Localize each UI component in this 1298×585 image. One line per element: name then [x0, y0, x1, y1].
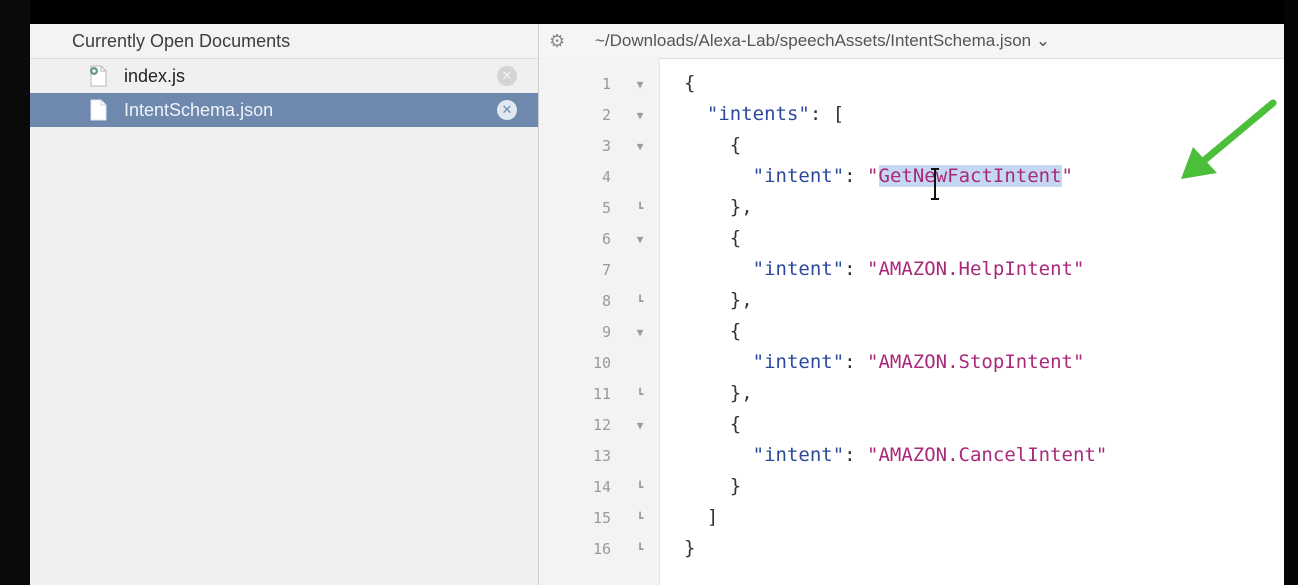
code-token: { — [729, 320, 742, 342]
selected-text[interactable]: GetNewFactIntent — [878, 165, 1062, 187]
fold-toggle-icon[interactable]: ▼ — [633, 109, 647, 122]
code-token: " — [1061, 165, 1073, 187]
code-line-9[interactable]: { — [684, 320, 741, 342]
file-path-bar[interactable]: ⚙ ~/Downloads/Alexa-Lab/speechAssets/Int… — [539, 24, 1284, 59]
line-number: 15 — [592, 509, 611, 527]
fold-toggle-icon[interactable]: ▼ — [633, 140, 647, 153]
code-token: { — [729, 134, 742, 156]
fold-end-icon: ┗ — [636, 388, 644, 401]
line-number: 12 — [592, 416, 611, 434]
code-line-8[interactable]: }, — [684, 289, 753, 311]
js-file-icon — [90, 65, 107, 87]
code-line-16[interactable]: } — [684, 537, 695, 559]
code-editor[interactable]: ⚙ ~/Downloads/Alexa-Lab/speechAssets/Int… — [539, 24, 1284, 585]
code-token: : — [844, 444, 868, 466]
code-token: "intent" — [752, 258, 845, 280]
window-frame-right — [1284, 0, 1298, 585]
sidebar-header: Currently Open Documents — [30, 24, 538, 59]
line-number-gutter: 1 2 3 4 5 6 7 8 9 10 11 12 13 14 15 16 ▼… — [539, 58, 660, 585]
gear-icon[interactable]: ⚙ — [549, 24, 565, 58]
line-number: 4 — [601, 168, 611, 186]
fold-end-icon: ┗ — [636, 543, 644, 556]
code-token: : — [844, 258, 868, 280]
code-token: "AMAZON.CancelIntent" — [867, 444, 1108, 466]
close-document-button[interactable]: ✕ — [497, 66, 517, 86]
line-number: 8 — [601, 292, 611, 310]
code-token: "intent" — [752, 444, 845, 466]
code-line-14[interactable]: } — [684, 475, 741, 497]
code-token: : — [844, 351, 868, 373]
line-number: 1 — [601, 75, 611, 93]
fold-end-icon: ┗ — [636, 202, 644, 215]
code-token: : — [844, 165, 868, 187]
fold-toggle-icon[interactable]: ▼ — [633, 78, 647, 91]
line-number: 16 — [592, 540, 611, 558]
line-number: 2 — [601, 106, 611, 124]
document-item-index-js[interactable]: index.js ✕ — [30, 59, 538, 93]
code-line-5[interactable]: }, — [684, 196, 753, 218]
fold-toggle-icon[interactable]: ▼ — [633, 326, 647, 339]
line-number: 3 — [601, 137, 611, 155]
code-token: : [ — [809, 103, 845, 125]
line-number: 5 — [601, 199, 611, 217]
line-number: 11 — [592, 385, 611, 403]
code-line-10[interactable]: "intent": "AMAZON.StopIntent" — [684, 351, 1085, 373]
code-line-2[interactable]: "intents": [ — [684, 103, 844, 125]
file-path[interactable]: ~/Downloads/Alexa-Lab/speechAssets/Inten… — [595, 24, 1050, 58]
code-token: " — [867, 165, 879, 187]
code-token: "AMAZON.StopIntent" — [867, 351, 1085, 373]
open-documents-sidebar: Currently Open Documents index.js ✕ Inte… — [30, 24, 539, 585]
code-token: }, — [729, 196, 753, 218]
annotation-arrow-icon — [1181, 99, 1277, 179]
fold-end-icon: ┗ — [636, 481, 644, 494]
line-number: 13 — [592, 447, 611, 465]
code-line-4[interactable]: "intent": "GetNewFactIntent" — [684, 165, 1073, 187]
line-number: 9 — [601, 323, 611, 341]
code-line-12[interactable]: { — [684, 413, 741, 435]
document-label: index.js — [124, 66, 186, 86]
window-frame-left — [0, 0, 30, 585]
code-token: { — [729, 227, 742, 249]
code-token: "intent" — [752, 351, 845, 373]
code-token: "AMAZON.HelpIntent" — [867, 258, 1085, 280]
code-line-7[interactable]: "intent": "AMAZON.HelpIntent" — [684, 258, 1085, 280]
fold-end-icon: ┗ — [636, 295, 644, 308]
fold-end-icon: ┗ — [636, 512, 644, 525]
code-token: }, — [729, 289, 753, 311]
line-number: 7 — [601, 261, 611, 279]
code-token: ] — [706, 506, 719, 528]
code-token: "intents" — [706, 103, 810, 125]
code-token: { — [729, 413, 742, 435]
code-line-11[interactable]: }, — [684, 382, 753, 404]
window-frame-top — [0, 0, 1298, 24]
line-number: 14 — [592, 478, 611, 496]
code-line-1[interactable]: { — [684, 72, 695, 94]
line-number: 6 — [601, 230, 611, 248]
code-token: } — [729, 475, 742, 497]
json-file-icon — [90, 99, 107, 121]
code-token: "intent" — [752, 165, 845, 187]
code-token: { — [684, 72, 696, 94]
line-number: 10 — [592, 354, 611, 372]
code-token: } — [684, 537, 696, 559]
document-label: IntentSchema.json — [124, 100, 274, 120]
code-line-6[interactable]: { — [684, 227, 741, 249]
text-cursor-icon — [931, 168, 939, 200]
code-token: }, — [729, 382, 753, 404]
fold-toggle-icon[interactable]: ▼ — [633, 419, 647, 432]
code-line-13[interactable]: "intent": "AMAZON.CancelIntent" — [684, 444, 1108, 466]
document-item-intentschema-json[interactable]: IntentSchema.json ✕ — [30, 93, 538, 127]
fold-toggle-icon[interactable]: ▼ — [633, 233, 647, 246]
close-document-button[interactable]: ✕ — [497, 100, 517, 120]
code-line-15[interactable]: ] — [684, 506, 718, 528]
code-line-3[interactable]: { — [684, 134, 741, 156]
